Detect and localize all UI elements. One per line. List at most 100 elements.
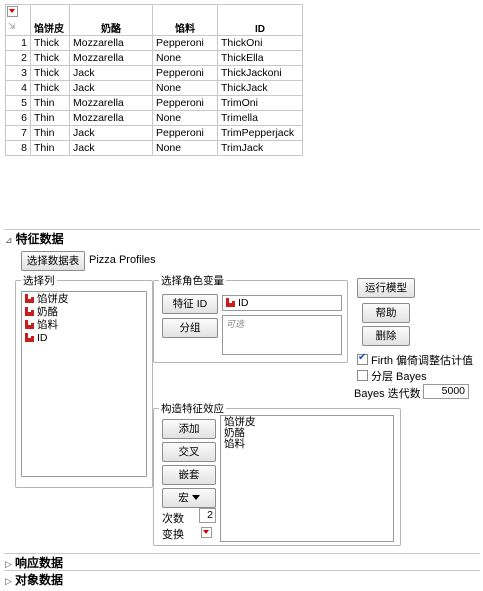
- table-cell[interactable]: Thick: [30, 80, 70, 96]
- table-row[interactable]: 4 Thick Jack None ThickJack: [5, 80, 303, 96]
- table-cell[interactable]: Mozzarella: [69, 110, 153, 126]
- feature-id-button[interactable]: 特征 ID: [162, 294, 218, 314]
- group-button[interactable]: 分组: [162, 318, 218, 338]
- column-list-item[interactable]: 馅料: [25, 319, 143, 332]
- table-row[interactable]: 7 Thin Jack Pepperoni TrimPepperjack: [5, 125, 303, 141]
- table-cell[interactable]: Mozzarella: [69, 50, 153, 66]
- disclosure-closed-icon[interactable]: ▷: [5, 576, 12, 586]
- table-cell[interactable]: ThickElla: [217, 50, 303, 66]
- table-cell[interactable]: Mozzarella: [69, 95, 153, 111]
- table-cell[interactable]: Pepperoni: [152, 95, 218, 111]
- group-placeholder: 可选: [226, 319, 245, 329]
- effect-list-item[interactable]: 奶酪: [224, 428, 390, 439]
- column-list-item-label: 馅料: [37, 319, 58, 331]
- select-table-button[interactable]: 选择数据表: [21, 251, 85, 271]
- table-row[interactable]: 8 Thin Jack None TrimJack: [5, 140, 303, 156]
- table-cell[interactable]: Jack: [69, 80, 153, 96]
- column-header[interactable]: 馅料: [152, 4, 218, 36]
- table-cell[interactable]: Thin: [30, 110, 70, 126]
- table-cell[interactable]: None: [152, 50, 218, 66]
- table-cell[interactable]: None: [152, 80, 218, 96]
- row-number[interactable]: 4: [5, 80, 31, 96]
- add-button[interactable]: 添加: [162, 419, 216, 439]
- table-cell[interactable]: Jack: [69, 65, 153, 81]
- column-list-item[interactable]: 馅饼皮: [25, 293, 143, 306]
- data-table: ⇲ 馅饼皮 奶酪 馅料 ID 1 Thick Mozzarella Pepperoni…: [5, 4, 303, 156]
- column-list-item[interactable]: ID: [25, 332, 143, 345]
- feature-data-title: 特征数据: [15, 232, 64, 246]
- remove-button[interactable]: 删除: [362, 326, 410, 346]
- corner-arrow-icon: ⇲: [8, 21, 16, 31]
- cross-button[interactable]: 交叉: [162, 442, 216, 462]
- red-triangle-menu-icon[interactable]: [7, 6, 18, 17]
- macro-button[interactable]: 宏: [162, 488, 216, 508]
- table-cell[interactable]: Trimella: [217, 110, 303, 126]
- row-number[interactable]: 1: [5, 35, 31, 51]
- row-number[interactable]: 3: [5, 65, 31, 81]
- firth-option[interactable]: Firth 偏倚调整估计值: [357, 352, 473, 368]
- row-number[interactable]: 8: [5, 140, 31, 156]
- hier-bayes-option[interactable]: 分层 Bayes: [357, 368, 427, 384]
- table-cell[interactable]: Mozzarella: [69, 35, 153, 51]
- feature-data-header[interactable]: ⊿ 特征数据: [5, 230, 64, 247]
- feature-id-value: ID: [238, 297, 249, 309]
- subject-data-header[interactable]: ▷ 对象数据: [5, 571, 63, 588]
- table-row[interactable]: 6 Thin Mozzarella None Trimella: [5, 110, 303, 126]
- bayes-iter-input[interactable]: 5000: [423, 384, 469, 399]
- table-row[interactable]: 5 Thin Mozzarella Pepperoni TrimOni: [5, 95, 303, 111]
- column-header[interactable]: 馅饼皮: [30, 4, 70, 36]
- table-cell[interactable]: ThickJackoni: [217, 65, 303, 81]
- table-name: Pizza Profiles: [89, 254, 156, 266]
- nest-button[interactable]: 嵌套: [162, 465, 216, 485]
- table-cell[interactable]: Jack: [69, 140, 153, 156]
- table-corner[interactable]: ⇲: [5, 4, 31, 36]
- row-number[interactable]: 6: [5, 110, 31, 126]
- column-list[interactable]: 馅饼皮 奶酪 馅料 ID: [21, 291, 147, 477]
- table-cell[interactable]: Thin: [30, 125, 70, 141]
- table-cell[interactable]: ThickJack: [217, 80, 303, 96]
- disclosure-closed-icon[interactable]: ▷: [5, 559, 12, 569]
- row-number[interactable]: 5: [5, 95, 31, 111]
- effect-list-item[interactable]: 馅饼皮: [224, 417, 390, 428]
- column-list-item-label: ID: [37, 332, 48, 344]
- table-cell[interactable]: TrimOni: [217, 95, 303, 111]
- group-field[interactable]: 可选: [222, 315, 342, 355]
- hier-bayes-checkbox[interactable]: [357, 370, 368, 381]
- table-cell[interactable]: Jack: [69, 125, 153, 141]
- table-row[interactable]: 3 Thick Jack Pepperoni ThickJackoni: [5, 65, 303, 81]
- construct-effects-legend: 构造特征效应: [159, 401, 226, 416]
- run-model-button[interactable]: 运行模型: [357, 278, 415, 298]
- select-columns-legend: 选择列: [21, 273, 57, 288]
- table-cell[interactable]: Pepperoni: [152, 125, 218, 141]
- table-cell[interactable]: ThickOni: [217, 35, 303, 51]
- response-data-header[interactable]: ▷ 响应数据: [5, 554, 63, 571]
- table-cell[interactable]: Thin: [30, 140, 70, 156]
- column-list-item-label: 奶酪: [37, 306, 58, 318]
- table-cell[interactable]: Thin: [30, 95, 70, 111]
- degree-input[interactable]: 2: [199, 508, 216, 523]
- table-cell[interactable]: Thick: [30, 35, 70, 51]
- column-header[interactable]: 奶酪: [69, 4, 153, 36]
- column-header[interactable]: ID: [217, 4, 303, 36]
- help-button[interactable]: 帮助: [362, 303, 410, 323]
- feature-id-field[interactable]: ID: [222, 295, 342, 311]
- effects-list[interactable]: 馅饼皮 奶酪 馅料: [220, 415, 394, 542]
- table-cell[interactable]: Thick: [30, 65, 70, 81]
- row-number[interactable]: 7: [5, 125, 31, 141]
- table-cell[interactable]: Pepperoni: [152, 35, 218, 51]
- table-cell[interactable]: TrimPepperjack: [217, 125, 303, 141]
- table-cell[interactable]: TrimJack: [217, 140, 303, 156]
- table-cell[interactable]: None: [152, 140, 218, 156]
- row-number[interactable]: 2: [5, 50, 31, 66]
- table-cell[interactable]: Thick: [30, 50, 70, 66]
- transform-menu-icon[interactable]: [201, 527, 212, 538]
- table-cell[interactable]: Pepperoni: [152, 65, 218, 81]
- table-row[interactable]: 1 Thick Mozzarella Pepperoni ThickOni: [5, 35, 303, 51]
- disclosure-open-icon[interactable]: ⊿: [5, 235, 13, 245]
- subject-data-title: 对象数据: [14, 573, 63, 587]
- table-cell[interactable]: None: [152, 110, 218, 126]
- table-row[interactable]: 2 Thick Mozzarella None ThickElla: [5, 50, 303, 66]
- column-list-item[interactable]: 奶酪: [25, 306, 143, 319]
- effect-list-item[interactable]: 馅料: [224, 439, 390, 450]
- firth-checkbox[interactable]: [357, 352, 368, 365]
